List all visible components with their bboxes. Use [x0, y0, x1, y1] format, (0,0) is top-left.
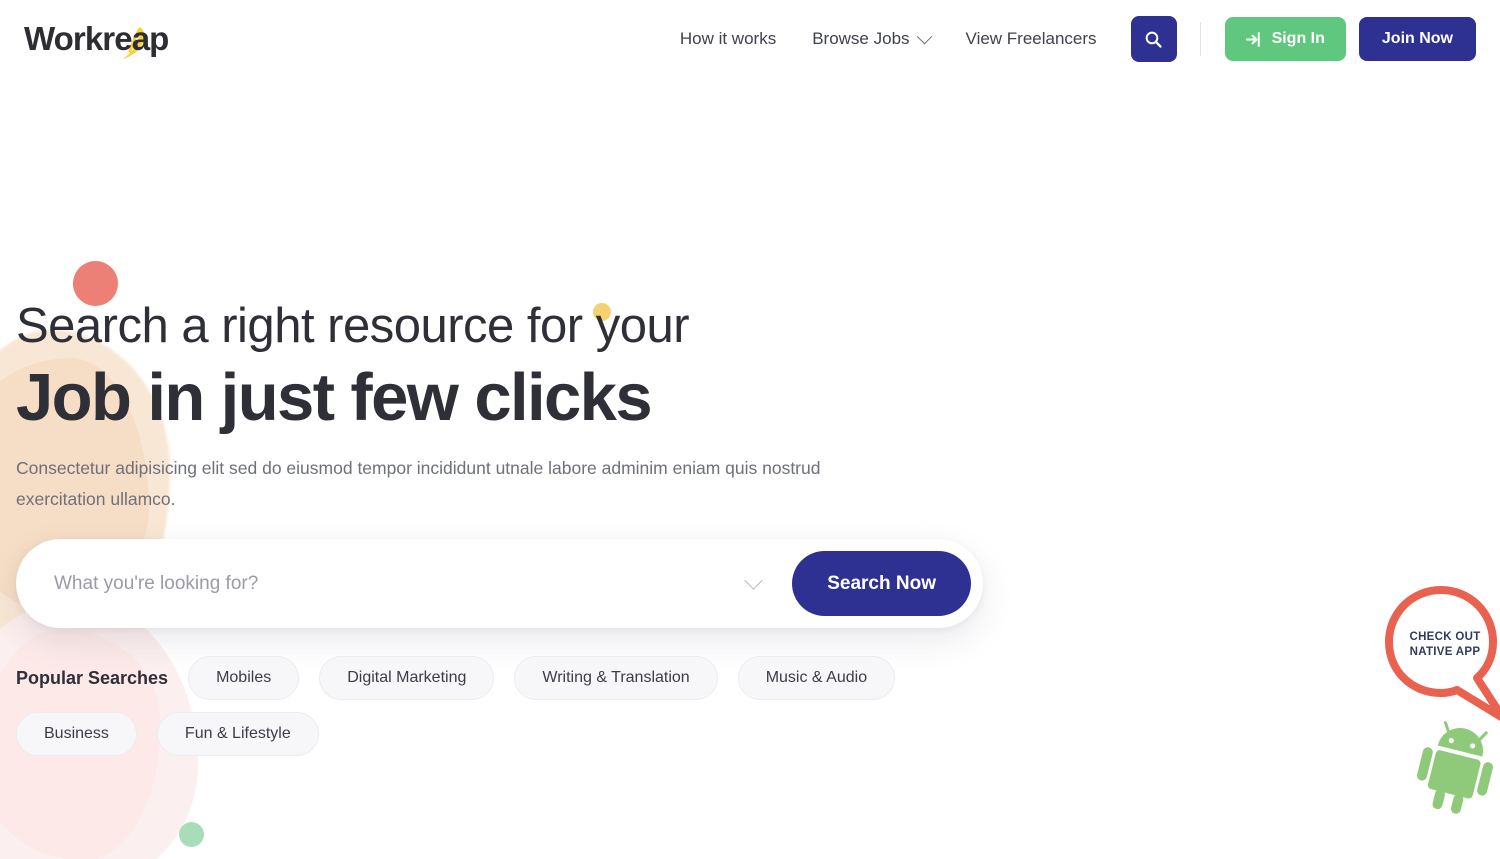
sign-in-button[interactable]: Sign In — [1224, 17, 1346, 61]
popular-tag-music-audio[interactable]: Music & Audio — [737, 656, 896, 701]
nav-item-browse-jobs[interactable]: Browse Jobs — [794, 28, 947, 49]
green-circle-decoration — [179, 822, 204, 847]
nav-label: View Freelancers — [965, 29, 1097, 48]
nav-item-view-freelancers[interactable]: View Freelancers — [948, 29, 1115, 49]
popular-searches: Popular Searches Mobiles Digital Marketi… — [16, 656, 976, 757]
hero-subtitle: Consectetur adipisicing elit sed do eius… — [16, 457, 821, 510]
sign-in-label: Sign In — [1271, 30, 1325, 47]
nav-item-how-it-works[interactable]: How it works — [662, 29, 794, 49]
hero-search-panel: Search Now — [16, 539, 983, 629]
main-navigation: How it works Browse Jobs View Freelancer… — [662, 16, 1476, 62]
join-now-button[interactable]: Join Now — [1358, 17, 1476, 61]
landing-page: Workreap How it works Browse Jobs View F… — [0, 0, 1500, 859]
popular-tag-business[interactable]: Business — [16, 712, 137, 757]
popular-tag-writing-translation[interactable]: Writing & Translation — [514, 656, 718, 701]
logo-text-accent: e — [114, 20, 132, 57]
popular-tag-mobiles[interactable]: Mobiles — [188, 656, 300, 701]
nav-label: Browse Jobs — [812, 29, 910, 48]
logo-text-part-2: ap — [131, 20, 170, 57]
popular-searches-label: Popular Searches — [16, 667, 169, 688]
join-now-label: Join Now — [1381, 30, 1453, 47]
header-divider — [1199, 22, 1201, 56]
native-app-badge[interactable]: CHECK OUT NATIVE APP — [1381, 586, 1500, 722]
site-header: Workreap How it works Browse Jobs View F… — [0, 0, 1500, 78]
chevron-down-icon[interactable] — [744, 571, 763, 590]
search-now-button[interactable]: Search Now — [792, 551, 971, 617]
chevron-down-icon — [916, 28, 932, 44]
hero-title-line-1: Search a right resource for your — [16, 299, 690, 353]
search-icon — [1145, 31, 1162, 48]
hero-title-line-2: Job in just few clicks — [16, 359, 653, 435]
nav-label: How it works — [679, 29, 777, 48]
popular-tag-digital-marketing[interactable]: Digital Marketing — [319, 656, 495, 701]
sign-in-icon — [1245, 31, 1260, 47]
map-pin-badge-icon — [1385, 586, 1500, 721]
hero-section: Search a right resource for your Job in … — [0, 78, 1500, 757]
popular-tag-fun-lifestyle[interactable]: Fun & Lifestyle — [156, 712, 319, 757]
site-logo[interactable]: Workreap — [24, 20, 170, 59]
header-search-button[interactable] — [1130, 16, 1177, 62]
logo-text-part-1: Workr — [24, 20, 115, 57]
search-input[interactable] — [54, 558, 732, 609]
